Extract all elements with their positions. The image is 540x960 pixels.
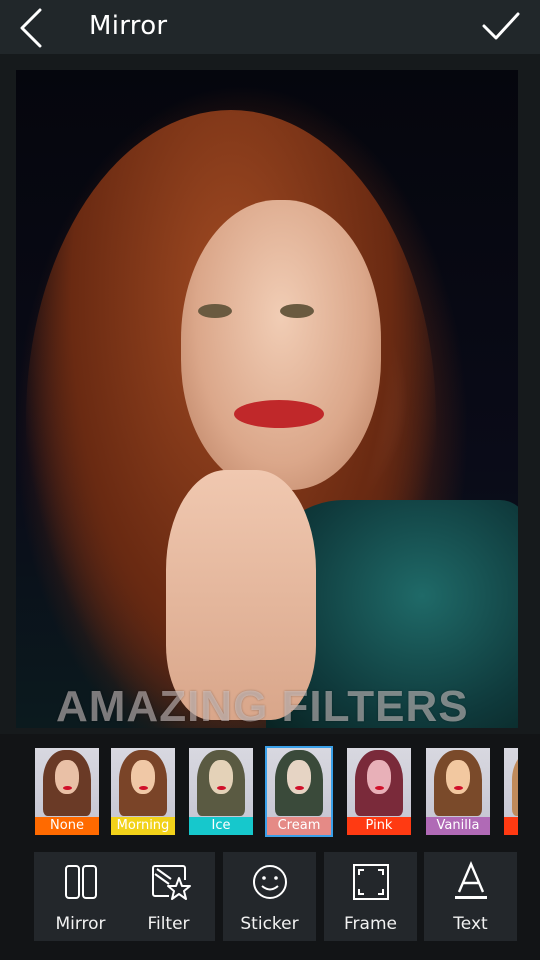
filter-thumb-cream[interactable]: Cream [265,746,333,837]
preview-lips [217,786,226,790]
photo-eye [280,304,314,318]
filter-label: Morning [111,817,175,835]
filter-label: Vanilla [426,817,490,835]
tool-label: Frame [344,914,397,934]
preview-lips [375,786,384,790]
confirm-button[interactable] [480,10,524,44]
page-title: Mirror [89,11,168,41]
text-icon [449,860,493,904]
filter-preview-image [35,748,99,817]
filter-label: Pink [347,817,411,835]
filter-thumb-more[interactable] [502,746,520,837]
filter-label: Ice [189,817,253,835]
checkmark-icon [482,12,520,40]
preview-lips [139,786,148,790]
tool-mirror-button[interactable]: Mirror [34,852,127,941]
preview-lips [63,786,72,790]
edited-photo[interactable]: AMAZING FILTERS [16,70,518,728]
filter-thumb-morning[interactable]: Morning [109,746,177,837]
watermark-text: AMAZING FILTERS [56,682,469,728]
smiley-icon [248,860,292,904]
tool-label: Sticker [240,914,299,934]
preview-hair [512,750,518,816]
top-bar: Mirror [0,0,540,54]
filter-preview-image [189,748,253,817]
chevron-left-icon [20,8,42,48]
tool-label: Text [453,914,488,934]
photo-lips [234,400,324,428]
tool-text-button[interactable]: Text [424,852,517,941]
tool-label: Filter [147,914,190,934]
tool-frame-button[interactable]: Frame [324,852,417,941]
filter-thumb-vanilla[interactable]: Vanilla [424,746,492,837]
tool-filter-button[interactable]: Filter [122,852,215,941]
filter-strip[interactable]: None Morning Ice Cream Pink Vanilla [0,734,540,840]
bottom-toolbar: Mirror Filter Sticker Frame Text [0,840,540,960]
tool-label: Mirror [55,914,106,934]
filter-preview-image [111,748,175,817]
filter-thumb-none[interactable]: None [33,746,101,837]
filter-icon [147,860,191,904]
filter-preview-image [504,748,518,817]
filter-label [504,817,518,835]
filter-label: None [35,817,99,835]
filter-thumb-ice[interactable]: Ice [187,746,255,837]
photo-face [181,200,381,490]
tool-sticker-button[interactable]: Sticker [223,852,316,941]
filter-preview-image [267,748,331,817]
filter-preview-image [347,748,411,817]
mirror-icon [59,860,103,904]
preview-lips [454,786,463,790]
filter-preview-image [426,748,490,817]
preview-lips [295,786,304,790]
back-button[interactable] [14,8,50,48]
filter-label: Cream [267,817,331,835]
filter-thumb-pink[interactable]: Pink [345,746,413,837]
frame-icon [349,860,393,904]
photo-eye [198,304,232,318]
